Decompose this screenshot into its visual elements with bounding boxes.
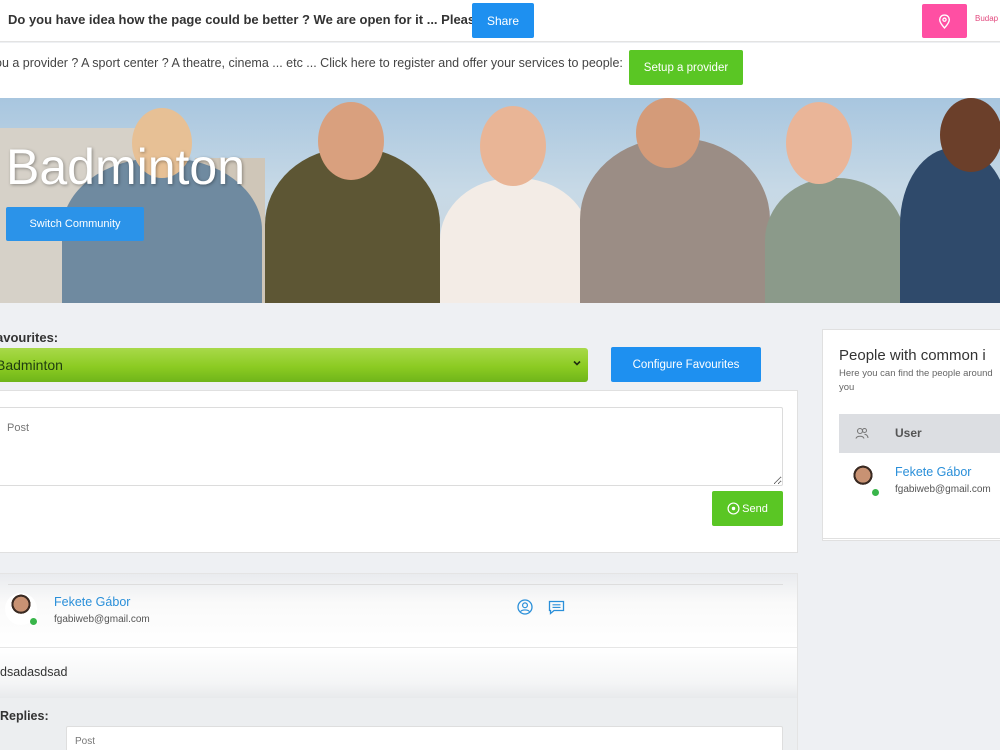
- favourites-select[interactable]: Badminton: [0, 348, 588, 382]
- location-pin-icon: [938, 14, 951, 29]
- hero-person-head: [786, 102, 852, 184]
- common-interests-panel: People with common i Here you can find t…: [822, 329, 1000, 541]
- divider: [8, 584, 783, 585]
- users-icon: [855, 427, 869, 439]
- post-input[interactable]: [0, 407, 783, 486]
- send-button[interactable]: Send: [712, 491, 783, 526]
- user-column-header: User: [839, 414, 1000, 453]
- provider-message: ou a provider ? A sport center ? A theat…: [0, 56, 623, 70]
- location-label[interactable]: Budap: [975, 14, 998, 23]
- favourites-label: avourites:: [0, 330, 59, 345]
- hero-person-head: [480, 106, 546, 186]
- post-text: dsadasdsad: [0, 665, 68, 679]
- avatar[interactable]: [847, 464, 880, 497]
- feed-post-body: dsadasdsad: [0, 648, 797, 698]
- replies-section: Replies:: [0, 698, 797, 750]
- configure-favourites-button[interactable]: Configure Favourites: [611, 347, 761, 382]
- common-user-name[interactable]: Fekete Gábor: [895, 465, 971, 479]
- hero-person-head: [636, 98, 700, 168]
- send-circle-icon: [727, 502, 740, 515]
- community-hero-banner: Badminton Switch Community: [0, 98, 1000, 303]
- common-interests-subtitle: Here you can find the people around you: [839, 368, 993, 393]
- message-icon[interactable]: [548, 600, 565, 615]
- feedback-bar: Do you have idea how the page could be b…: [0, 0, 1000, 42]
- hero-person-head: [940, 98, 1000, 172]
- avatar[interactable]: [5, 593, 38, 626]
- hero-person-figure: [900, 148, 1000, 303]
- share-button[interactable]: Share: [472, 3, 534, 38]
- online-status-dot: [29, 617, 38, 626]
- divider: [823, 538, 1000, 539]
- favourites-selected-value: Badminton: [0, 357, 63, 373]
- reply-input[interactable]: [66, 726, 783, 750]
- user-column-label: User: [895, 426, 922, 440]
- user-circle-icon[interactable]: [517, 599, 533, 615]
- setup-provider-button[interactable]: Setup a provider: [629, 50, 743, 85]
- post-composer: Send: [0, 390, 798, 553]
- switch-community-button[interactable]: Switch Community: [6, 207, 144, 241]
- chevron-down-icon: [573, 360, 581, 366]
- feedback-message: Do you have idea how the page could be b…: [8, 12, 483, 27]
- hero-person-figure: [440, 178, 590, 303]
- common-interests-title: People with common i: [839, 347, 986, 364]
- post-author-name[interactable]: Fekete Gábor: [54, 595, 130, 609]
- provider-bar: ou a provider ? A sport center ? A theat…: [0, 43, 1000, 98]
- common-user-email: fgabiweb@gmail.com: [895, 484, 991, 495]
- feed-post-header: Fekete Gábor fgabiweb@gmail.com: [0, 574, 797, 648]
- send-label: Send: [742, 502, 768, 515]
- hero-person-head: [318, 102, 384, 180]
- community-title: Badminton: [6, 139, 246, 195]
- replies-label: Replies:: [0, 709, 49, 723]
- online-status-dot: [871, 488, 880, 497]
- feed-post-card: Fekete Gábor fgabiweb@gmail.com dsadasds…: [0, 573, 798, 750]
- post-author-email: fgabiweb@gmail.com: [54, 614, 150, 625]
- hero-person-figure: [765, 178, 905, 303]
- location-button[interactable]: [922, 4, 967, 38]
